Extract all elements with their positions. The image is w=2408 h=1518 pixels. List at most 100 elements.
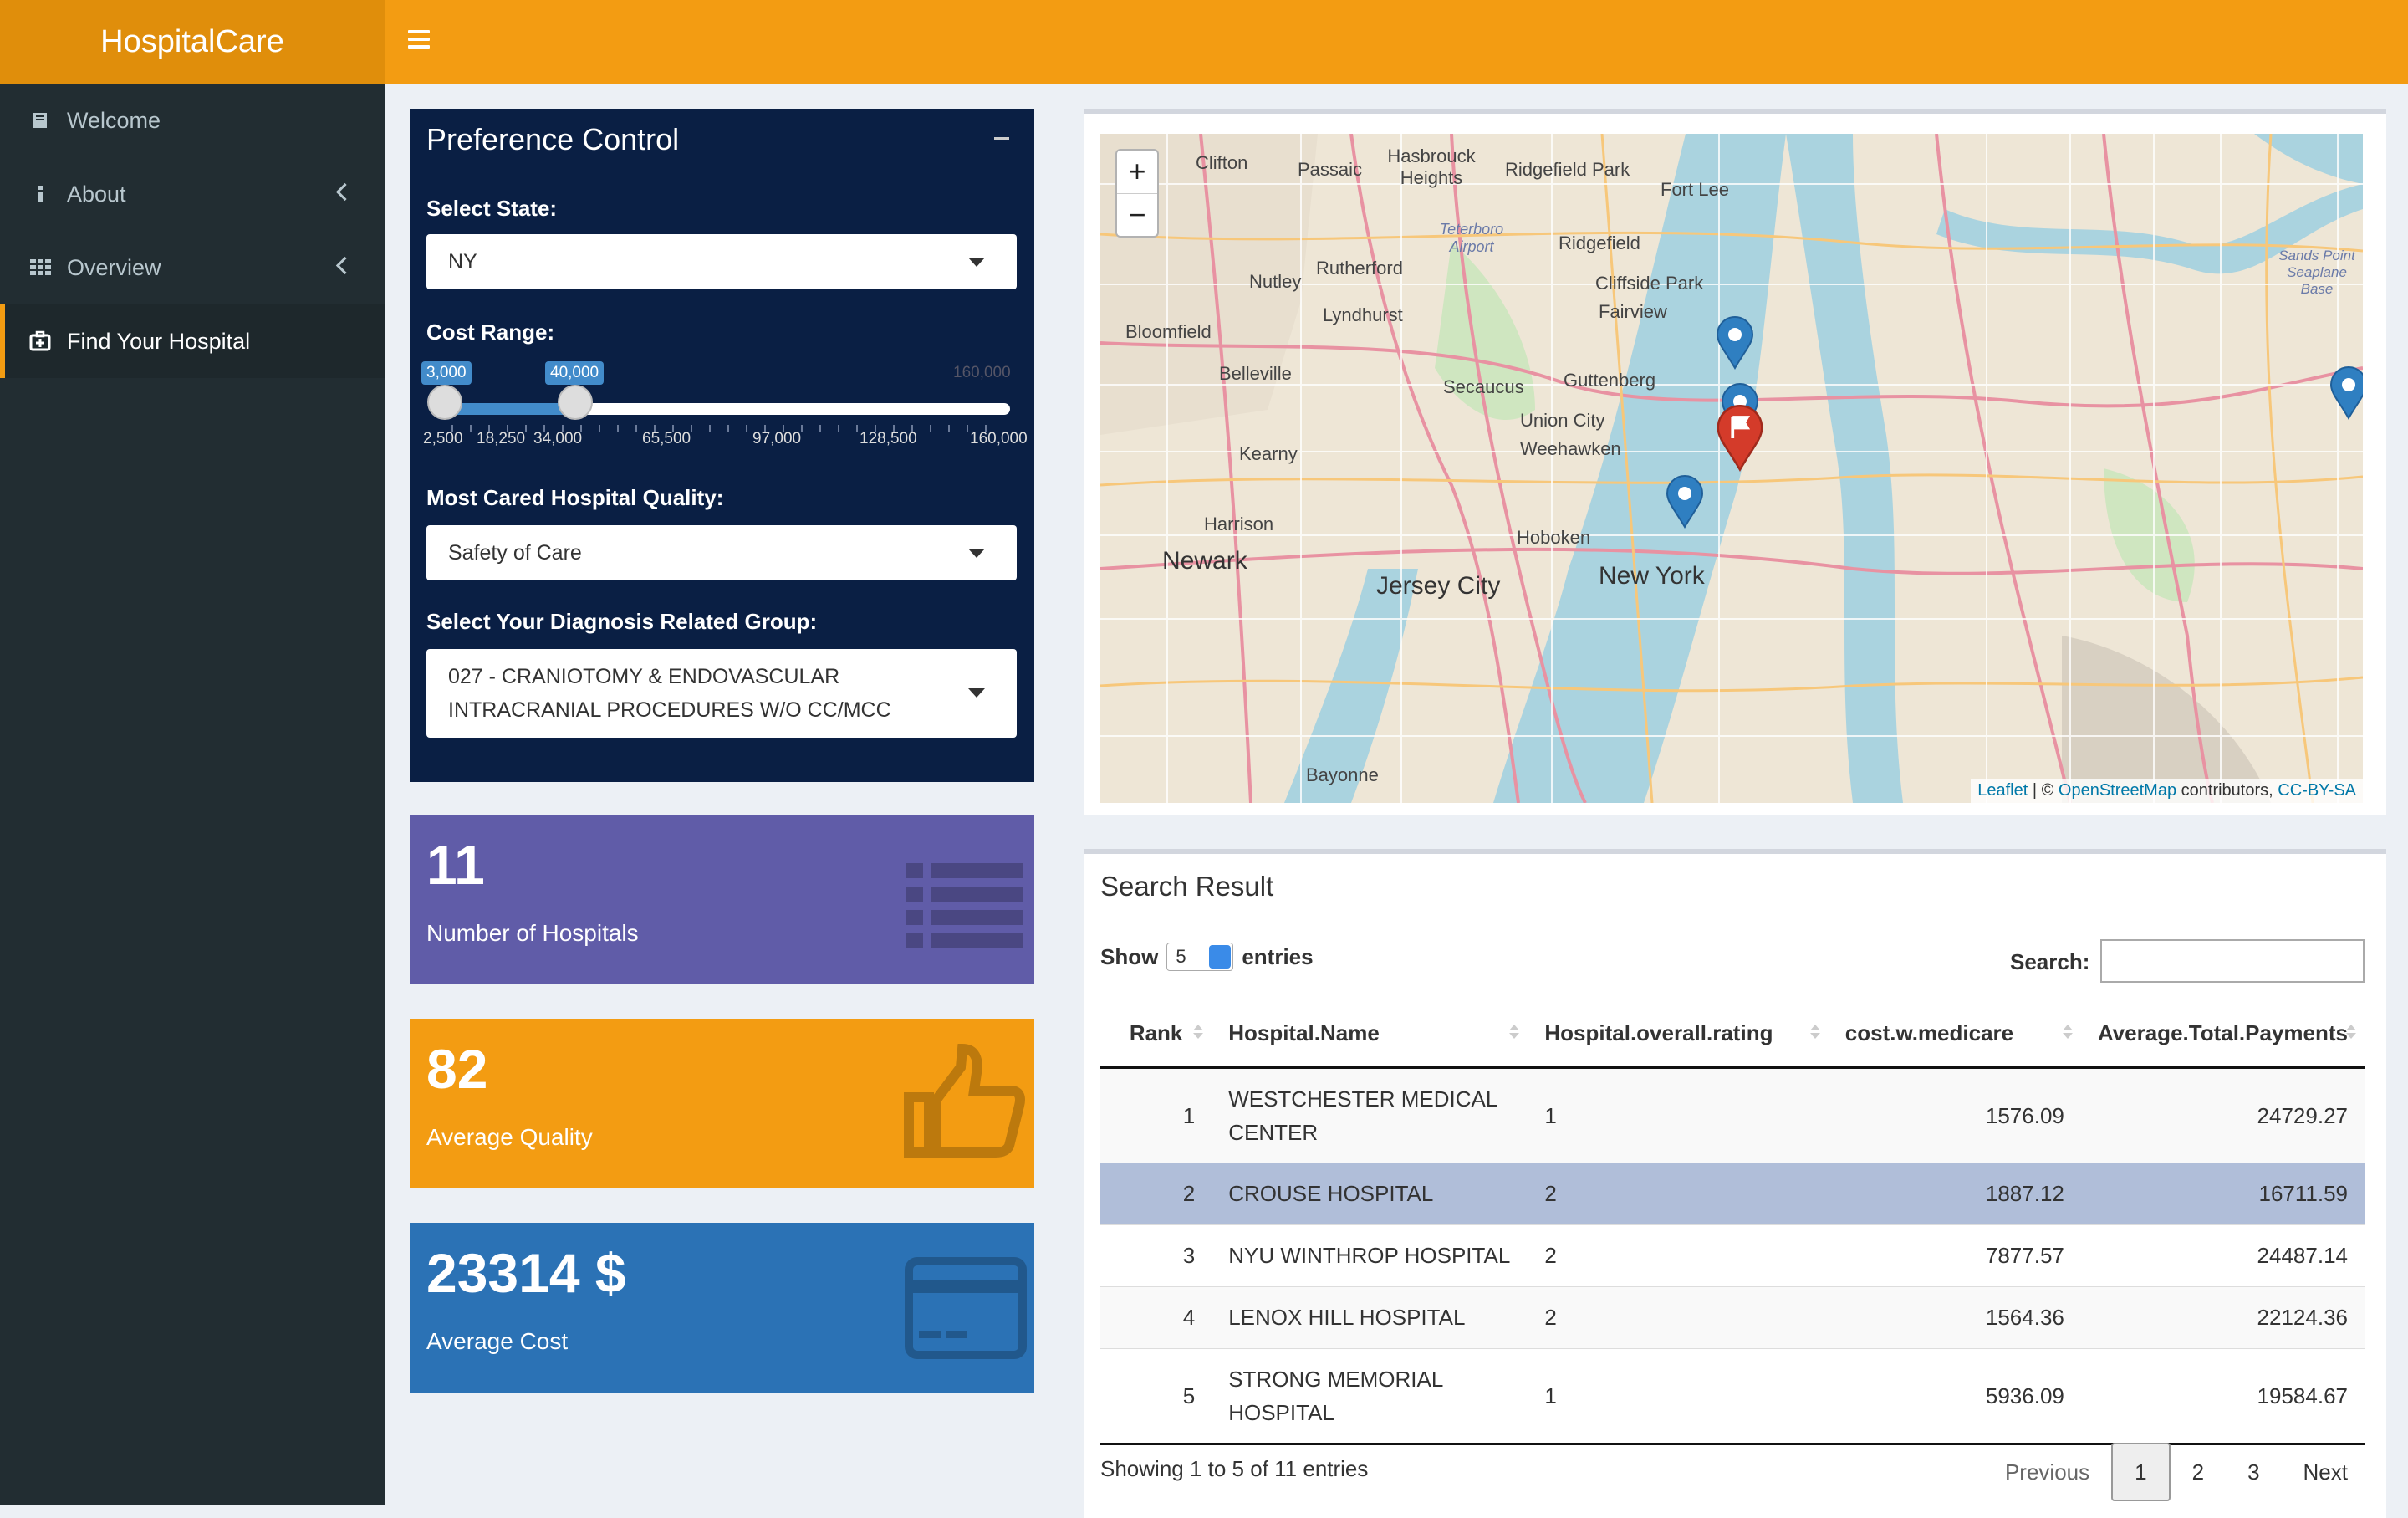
cell-cost: 1576.09 xyxy=(1828,1067,2081,1163)
cell-rating: 2 xyxy=(1528,1224,1829,1287)
column-header-cost[interactable]: cost.w.medicare xyxy=(1828,999,2081,1069)
column-header-rating[interactable]: Hospital.overall.rating xyxy=(1528,999,1829,1069)
map-label: Belleville xyxy=(1219,363,1292,384)
map-label: Fairview xyxy=(1599,301,1667,322)
credit-card-icon xyxy=(905,1257,1027,1359)
tick-label: 160,000 xyxy=(970,430,1028,447)
sidebar-item-overview[interactable]: Overview xyxy=(0,231,385,304)
results-table: Rank Hospital.Name Hospital.overall.rati… xyxy=(1100,999,2365,1445)
cell-hospital-name: CROUSE HOSPITAL xyxy=(1212,1163,1528,1225)
cell-payments: 24729.27 xyxy=(2080,1067,2365,1163)
leaflet-map[interactable]: Clifton Passaic Hasbrouck Heights Ridgef… xyxy=(1100,134,2363,803)
page-length-select[interactable]: 5 xyxy=(1166,943,1234,971)
table-info: Showing 1 to 5 of 11 entries xyxy=(1100,1456,1369,1481)
list-icon xyxy=(906,863,1023,948)
map-label: Bayonne xyxy=(1306,764,1379,785)
zoom-control: + − xyxy=(1115,149,1159,238)
search-input[interactable] xyxy=(2100,939,2365,983)
average-quality-box: 82 Average Quality xyxy=(410,1019,1034,1188)
page-length-value: 5 xyxy=(1176,946,1186,967)
cost-range-slider-fill xyxy=(445,403,574,415)
map-attribution: Leaflet | © OpenStreetMap contributors, … xyxy=(1971,779,2363,803)
box-value: 23314 $ xyxy=(426,1242,626,1304)
table-row[interactable]: 4 LENOX HILL HOSPITAL 2 1564.36 22124.36 xyxy=(1100,1286,2365,1349)
table-row[interactable]: 2 CROUSE HOSPITAL 2 1887.12 16711.59 xyxy=(1100,1163,2365,1225)
panel-title: Preference Control xyxy=(426,122,680,156)
map-label: Jersey City xyxy=(1376,572,1501,600)
caret-down-icon xyxy=(968,258,985,267)
map-label: Rutherford xyxy=(1316,258,1403,279)
column-header-payments[interactable]: Average.Total.Payments xyxy=(2080,999,2365,1069)
leaflet-link[interactable]: Leaflet xyxy=(1977,781,2028,800)
cost-range-label: Cost Range: xyxy=(426,319,555,345)
quality-select[interactable]: Safety of Care xyxy=(426,525,1017,580)
table-row[interactable]: 5 STRONG MEMORIAL HOSPITAL 1 5936.09 195… xyxy=(1100,1348,2365,1445)
map-marker-icon[interactable] xyxy=(2329,366,2363,420)
map-label: Cliffside Park xyxy=(1595,273,1704,294)
box-value: 82 xyxy=(426,1038,488,1100)
osm-link[interactable]: OpenStreetMap xyxy=(2059,781,2176,800)
previous-page-button[interactable]: Previous xyxy=(1983,1444,2111,1500)
state-label: Select State: xyxy=(426,196,558,221)
sort-icon xyxy=(1509,1025,1520,1039)
page-button-2[interactable]: 2 xyxy=(2171,1444,2226,1500)
map-label: Clifton xyxy=(1196,152,1248,173)
entries-label: entries xyxy=(1242,943,1314,969)
cell-rating: 2 xyxy=(1528,1286,1829,1349)
chevron-left-icon xyxy=(335,256,355,275)
cell-payments: 24487.14 xyxy=(2080,1224,2365,1287)
map-label: Ridgefield Park xyxy=(1505,159,1630,180)
column-header-hospital-name[interactable]: Hospital.Name xyxy=(1212,999,1528,1069)
page-button-1[interactable]: 1 xyxy=(2111,1443,2171,1501)
map-label: Kearny xyxy=(1239,443,1298,464)
map-label: New York xyxy=(1599,562,1705,590)
license-link[interactable]: CC-BY-SA xyxy=(2278,781,2356,800)
cell-payments: 22124.36 xyxy=(2080,1286,2365,1349)
zoom-in-button[interactable]: + xyxy=(1117,151,1157,194)
cell-rank: 2 xyxy=(1100,1163,1212,1225)
sort-icon xyxy=(1193,1025,1204,1039)
sidebar-item-label: Find Your Hospital xyxy=(67,328,251,354)
map-label: Hoboken xyxy=(1517,527,1591,548)
panel-title: Search Result xyxy=(1100,871,1274,902)
page-length-control: Show 5 entries xyxy=(1100,943,1314,971)
attribution-text: | © xyxy=(2028,781,2059,800)
cell-payments: 16711.59 xyxy=(2080,1163,2365,1225)
map-label: Lyndhurst xyxy=(1323,304,1403,325)
tick-label: 65,500 xyxy=(642,430,691,447)
map-label: Sands Point Seaplane Base xyxy=(2278,248,2355,297)
cost-low-handle[interactable] xyxy=(427,385,462,420)
table-row[interactable]: 3 NYU WINTHROP HOSPITAL 2 7877.57 24487.… xyxy=(1100,1224,2365,1287)
map-label: Hasbrouck Heights xyxy=(1387,146,1476,188)
map-label: Passaic xyxy=(1298,159,1363,180)
map-label: Weehawken xyxy=(1520,438,1621,459)
sort-icon xyxy=(1809,1025,1820,1039)
tick-label: 97,000 xyxy=(752,430,802,447)
state-select[interactable]: NY xyxy=(426,234,1017,289)
column-header-rank[interactable]: Rank xyxy=(1100,999,1212,1069)
collapse-icon[interactable] xyxy=(994,137,1009,140)
spinner-icon xyxy=(1209,945,1232,969)
sidebar-item-find-your-hospital[interactable]: Find Your Hospital xyxy=(0,304,385,378)
cell-hospital-name: NYU WINTHROP HOSPITAL xyxy=(1212,1224,1528,1287)
page-button-3[interactable]: 3 xyxy=(2226,1444,2281,1500)
map-label: Teterboro Airport xyxy=(1439,221,1504,255)
drg-select[interactable]: 027 - CRANIOTOMY & ENDOVASCULAR INTRACRA… xyxy=(426,649,1017,738)
tick-label: 34,000 xyxy=(533,430,583,447)
cell-hospital-name: WESTCHESTER MEDICAL CENTER xyxy=(1212,1067,1528,1163)
box-label: Number of Hospitals xyxy=(426,920,639,946)
zoom-out-button[interactable]: − xyxy=(1117,194,1157,237)
cost-high-handle[interactable] xyxy=(558,385,593,420)
tick-label: 2,500 xyxy=(423,430,463,447)
app-logo[interactable]: HospitalCare xyxy=(0,0,385,84)
sidebar-item-about[interactable]: About xyxy=(0,157,385,231)
hospital-icon xyxy=(29,330,51,351)
flag-marker-icon[interactable] xyxy=(1716,405,1764,472)
chevron-left-icon xyxy=(335,182,355,202)
hamburger-menu-icon[interactable] xyxy=(408,30,430,52)
map-marker-icon[interactable] xyxy=(1666,475,1704,529)
map-marker-icon[interactable] xyxy=(1716,316,1754,370)
sidebar-item-welcome[interactable]: Welcome xyxy=(0,84,385,157)
next-page-button[interactable]: Next xyxy=(2282,1444,2370,1500)
table-row[interactable]: 1 WESTCHESTER MEDICAL CENTER 1 1576.09 2… xyxy=(1100,1067,2365,1163)
